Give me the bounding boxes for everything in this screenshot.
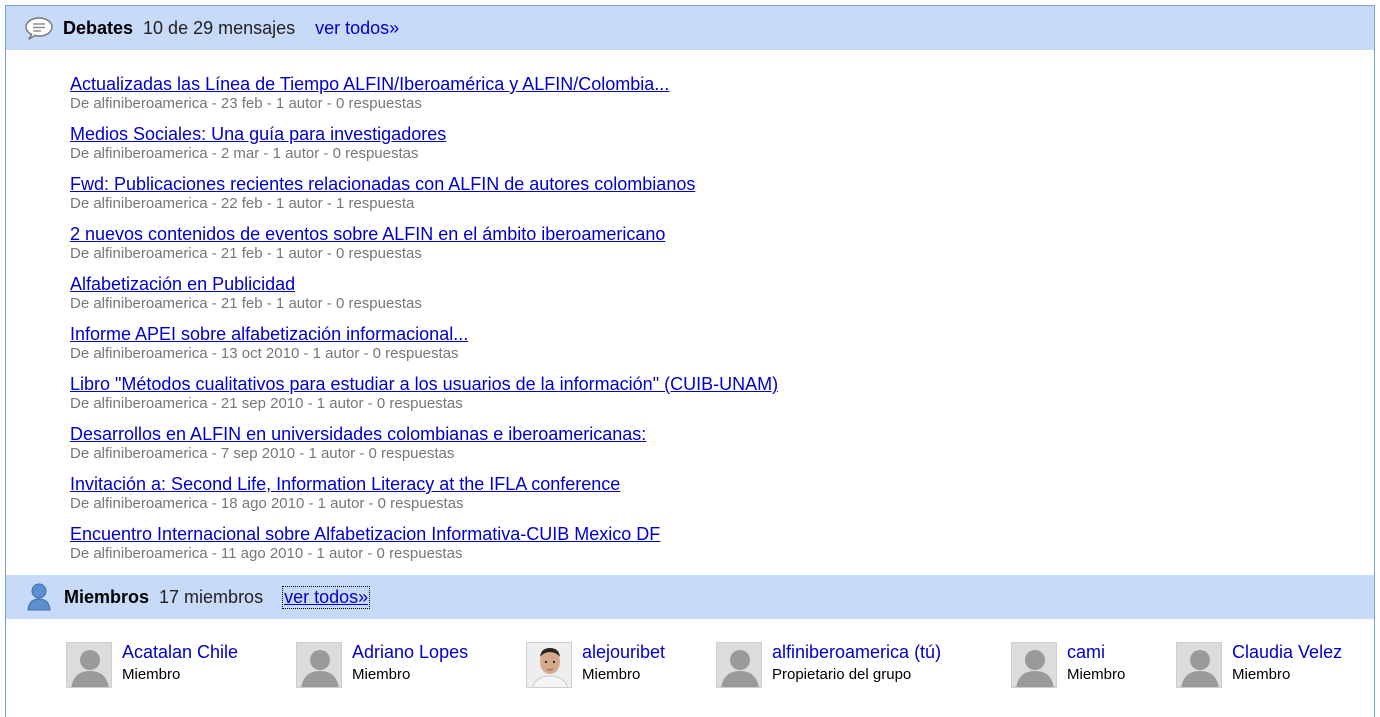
discussions-title: Debates [63, 17, 134, 38]
person-icon [26, 582, 52, 612]
discussion-meta: De alfiniberoamerica - 2 mar - 1 autor -… [70, 145, 419, 162]
discussion-title-link[interactable]: Actualizadas las Línea de Tiempo ALFIN/I… [70, 73, 1364, 95]
default-avatar-icon[interactable] [1176, 642, 1222, 688]
member-role: Propietario del grupo [772, 666, 912, 683]
discussion-meta: De alfiniberoamerica - 11 ago 2010 - 1 a… [70, 545, 463, 562]
discussion-meta: De alfiniberoamerica - 21 sep 2010 - 1 a… [70, 395, 463, 412]
speech-bubble-icon [24, 16, 54, 40]
member-name-link[interactable]: Acatalan Chile [122, 642, 238, 662]
discussion-meta: De alfiniberoamerica - 21 feb - 1 autor … [70, 295, 422, 312]
member-name-link[interactable]: Claudia Velez [1232, 642, 1342, 662]
default-avatar-icon[interactable] [66, 642, 112, 688]
discussion-title-link[interactable]: Informe APEI sobre alfabetización inform… [70, 323, 1364, 345]
default-avatar-icon[interactable] [296, 642, 342, 688]
discussion-meta: De alfiniberoamerica - 22 feb - 1 autor … [70, 195, 415, 212]
discussion-title-link[interactable]: Encuentro Internacional sobre Alfabetiza… [70, 523, 1364, 545]
members-title: Miembros [64, 586, 150, 607]
default-avatar-icon[interactable] [1011, 642, 1057, 688]
member-role: Miembro [1067, 666, 1126, 683]
discussions-header: Debates 10 de 29 mensajes ver todos» [6, 6, 1374, 50]
discussion-title-link[interactable]: Fwd: Publicaciones recientes relacionada… [70, 173, 1364, 195]
discussion-title-link[interactable]: Medios Sociales: Una guía para investiga… [70, 123, 1364, 145]
member-card: Claudia Velez Miembro [1176, 642, 1342, 688]
discussion-item: Encuentro Internacional sobre Alfabetiza… [70, 523, 1364, 573]
group-panel: Debates 10 de 29 mensajes ver todos» Act… [5, 5, 1375, 717]
user-photo-avatar[interactable] [526, 642, 572, 688]
discussion-item: Medios Sociales: Una guía para investiga… [70, 123, 1364, 173]
discussion-item: Invitación a: Second Life, Information L… [70, 473, 1364, 523]
discussion-meta: De alfiniberoamerica - 23 feb - 1 autor … [70, 95, 422, 112]
discussions-list: Actualizadas las Línea de Tiempo ALFIN/I… [70, 73, 1364, 573]
discussion-title-link[interactable]: 2 nuevos contenidos de eventos sobre ALF… [70, 223, 1364, 245]
discussions-view-all-link[interactable]: ver todos» [315, 18, 399, 39]
discussion-item: Libro "Métodos cualitativos para estudia… [70, 373, 1364, 423]
member-card: alejouribet Miembro [526, 642, 665, 688]
member-card: cami Miembro [1011, 642, 1125, 688]
member-role: Miembro [352, 666, 411, 683]
default-avatar-icon[interactable] [716, 642, 762, 688]
discussion-item: Informe APEI sobre alfabetización inform… [70, 323, 1364, 373]
discussion-meta: De alfiniberoamerica - 7 sep 2010 - 1 au… [70, 445, 455, 462]
discussion-title-link[interactable]: Desarrollos en ALFIN en universidades co… [70, 423, 1364, 445]
discussions-count: 10 de 29 mensajes [143, 17, 296, 38]
discussion-title-link[interactable]: Alfabetización en Publicidad [70, 273, 1364, 295]
members-count: 17 miembros [159, 586, 264, 607]
member-card: Acatalan Chile Miembro [66, 642, 238, 688]
member-role: Miembro [582, 666, 641, 683]
member-name-link[interactable]: Adriano Lopes [352, 642, 468, 662]
discussion-item: Actualizadas las Línea de Tiempo ALFIN/I… [70, 73, 1364, 123]
members-header: Miembros 17 miembros ver todos» [6, 575, 1374, 619]
discussion-item: Alfabetización en Publicidad De alfiniber… [70, 273, 1364, 323]
discussion-item: Desarrollos en ALFIN en universidades co… [70, 423, 1364, 473]
member-name-link[interactable]: alejouribet [582, 642, 665, 662]
discussion-item: 2 nuevos contenidos de eventos sobre ALF… [70, 223, 1364, 273]
member-name-link[interactable]: alfiniberoamerica (tú) [772, 642, 941, 662]
members-list: Acatalan Chile Miembro Adriano Lopes Miembr… [66, 642, 1374, 702]
member-name-link[interactable]: cami [1067, 642, 1125, 662]
discussion-title-link[interactable]: Invitación a: Second Life, Information L… [70, 473, 1364, 495]
discussion-meta: De alfiniberoamerica - 18 ago 2010 - 1 a… [70, 495, 464, 512]
member-role: Miembro [122, 666, 181, 683]
member-role: Miembro [1232, 666, 1291, 683]
discussion-item: Fwd: Publicaciones recientes relacionada… [70, 173, 1364, 223]
members-view-all-link[interactable]: ver todos» [282, 585, 371, 609]
discussion-meta: De alfiniberoamerica - 13 oct 2010 - 1 a… [70, 345, 459, 362]
member-card: Adriano Lopes Miembro [296, 642, 468, 688]
discussion-title-link[interactable]: Libro "Métodos cualitativos para estudia… [70, 373, 1364, 395]
member-card: alfiniberoamerica (tú) Propietario del gr… [716, 642, 941, 688]
discussion-meta: De alfiniberoamerica - 21 feb - 1 autor … [70, 245, 422, 262]
